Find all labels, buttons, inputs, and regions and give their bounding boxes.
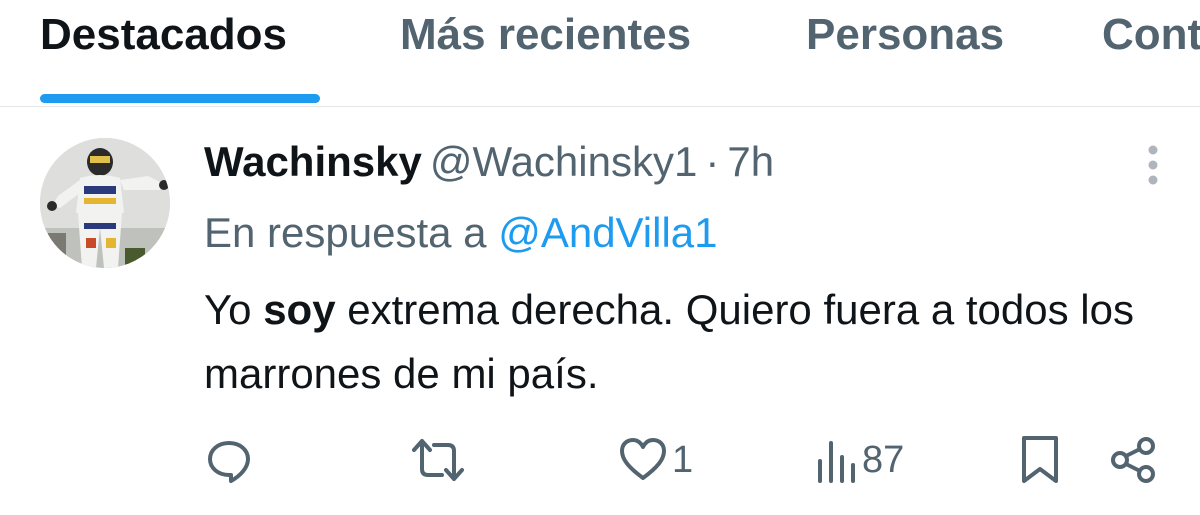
retweet-icon [412, 439, 464, 481]
tab-personas[interactable]: Personas [806, 10, 1004, 60]
like-count: 1 [672, 439, 694, 481]
tweet-text-part2: extrema derecha. Quiero fuera a todos lo… [204, 286, 1134, 397]
views-button[interactable]: 87 [814, 432, 904, 488]
user-handle[interactable]: @Wachinsky1 [430, 138, 697, 185]
heart-icon [620, 438, 666, 480]
reply-prefix: En respuesta a [204, 209, 487, 256]
avatar[interactable] [40, 138, 170, 268]
reply-button[interactable] [204, 432, 258, 488]
share-button[interactable] [1108, 432, 1158, 488]
views-icon [818, 441, 855, 483]
active-tab-indicator [40, 94, 320, 103]
search-tabs-bar: Destacados Más recientes Personas Conten… [0, 0, 1200, 107]
header-separator: · [705, 138, 720, 185]
more-options-button[interactable] [1135, 140, 1171, 190]
tab-contenido-multimedia[interactable]: Contenido multimedia [1102, 10, 1200, 60]
tab-destacados[interactable]: Destacados [40, 10, 287, 60]
avatar-image [40, 138, 170, 268]
tweet-text: Yo soy extrema derecha. Quiero fuera a t… [204, 278, 1164, 406]
tweet-timestamp[interactable]: 7h [727, 138, 774, 185]
tweet-header: Wachinsky @Wachinsky1 · 7h [204, 138, 774, 186]
tweet-text-part1: Yo [204, 286, 264, 333]
retweet-button[interactable] [412, 432, 468, 488]
display-name[interactable]: Wachinsky [204, 138, 422, 185]
reply-to-handle[interactable]: @AndVilla1 [498, 209, 717, 256]
more-vertical-icon [1148, 145, 1158, 185]
reply-context: En respuesta a @AndVilla1 [204, 208, 718, 258]
views-count: 87 [862, 439, 905, 481]
tab-mas-recientes[interactable]: Más recientes [400, 10, 691, 60]
bookmark-icon [1022, 436, 1058, 483]
share-icon [1111, 437, 1155, 483]
tweet-text-bold: soy [263, 286, 336, 333]
bookmark-button[interactable] [1018, 432, 1062, 488]
reply-icon [208, 441, 250, 483]
like-button[interactable]: 1 [618, 432, 693, 488]
